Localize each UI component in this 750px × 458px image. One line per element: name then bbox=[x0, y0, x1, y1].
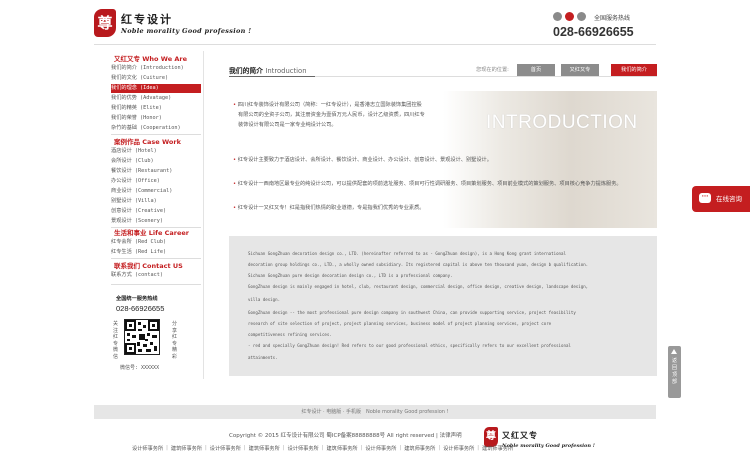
footer-link[interactable]: 设计师事务所 bbox=[288, 445, 319, 452]
english-line: research of site selection of project, p… bbox=[248, 321, 552, 326]
sidebar-item-creative[interactable]: 创意设计 (Creative) bbox=[111, 207, 201, 216]
sidebar-section-title[interactable]: 联系我们 Contact US bbox=[114, 260, 183, 270]
english-line: GongZhuan design is mainly engaged in ho… bbox=[248, 284, 589, 289]
sidebar-item-red-life[interactable]: 红专生活 (Red Life) bbox=[111, 248, 201, 257]
online-consult-button[interactable]: ··· 在线咨询 bbox=[692, 186, 750, 212]
sidebar-item-idea[interactable]: 我们的理念 (Idea) bbox=[111, 84, 201, 93]
sidebar-item-red-club[interactable]: 红专会所 (Red Club) bbox=[111, 238, 201, 247]
english-intro-box bbox=[229, 236, 657, 376]
wechat-icon[interactable] bbox=[553, 12, 562, 21]
english-line: GongZhuan design -- the most professiona… bbox=[248, 310, 576, 315]
sidebar-item-office[interactable]: 办公设计 (Office) bbox=[111, 177, 201, 186]
breadcrumb-who-we-are[interactable]: 又红又专 bbox=[561, 64, 599, 76]
sidebar-item-club[interactable]: 会所设计 (Club) bbox=[111, 157, 201, 166]
sidebar-item-advantage[interactable]: 我们的优势 (Advatage) bbox=[111, 94, 201, 103]
footer-logo-seal-icon: 尊 bbox=[484, 427, 498, 447]
sidebar-item-hotel[interactable]: 酒店设计 (Hotel) bbox=[111, 147, 201, 156]
footer-link[interactable]: 设计师事务所 bbox=[132, 445, 163, 452]
english-line: - red and specially GongZhuan design! Re… bbox=[248, 343, 571, 348]
qq-icon[interactable] bbox=[577, 12, 586, 21]
sidebar-item-restaurant[interactable]: 餐饮设计 (Restaurant) bbox=[111, 167, 201, 176]
intro-paragraph: • 红专设计一西南地区最专业的纯设计公司，可以提供配套的项前选址服务、项目可行性… bbox=[233, 181, 622, 187]
english-line: Sichuan GongZhuan decoration design co.,… bbox=[248, 251, 566, 256]
hotline-label: 全国服务热线 bbox=[594, 15, 631, 22]
footer-links: 设计师事务所 | 建筑师事务所 | 设计师事务所 | 建筑师事务所 | 设计师事务所 | … bbox=[132, 445, 514, 452]
footer-logo-text: 又红又专 bbox=[502, 430, 538, 440]
sidebar-item-honor[interactable]: 我们的荣誉 (Honor) bbox=[111, 114, 201, 123]
location-label: 您现在的位置: bbox=[476, 67, 509, 73]
page-title: 我们的简介 Introduction bbox=[229, 67, 307, 75]
wechat-id: 微信号: XXXXXX bbox=[120, 365, 160, 371]
logo-slogan: Noble morality Good profession ! bbox=[121, 27, 252, 35]
sidebar-divider bbox=[111, 134, 201, 135]
social-links bbox=[553, 12, 586, 21]
back-to-top-label: 返回顶部 bbox=[671, 358, 677, 385]
sidebar-item-cooperation[interactable]: 杂竹的基础 (Cooperation) bbox=[111, 124, 201, 133]
back-to-top-button[interactable]: 返回顶部 bbox=[668, 346, 681, 398]
sidebar-section-title[interactable]: 生活和事业 Life Career bbox=[114, 227, 189, 237]
breadcrumb-home[interactable]: 首页 bbox=[517, 64, 555, 76]
footer-link[interactable]: 建筑师事务所 bbox=[404, 445, 435, 452]
qr-caption-left: 关注红专微信 bbox=[113, 321, 119, 360]
footer-logo-slogan: Noble morality Good profession ! bbox=[502, 443, 595, 449]
sidebar-item-contact[interactable]: 联系方式 (contact) bbox=[111, 271, 201, 280]
header-divider bbox=[94, 44, 656, 45]
sidebar-item-villa[interactable]: 别墅设计 (Villa) bbox=[111, 197, 201, 206]
english-line: Sichuan GongZhuan pure design decoration… bbox=[248, 273, 453, 278]
sidebar-item-introduction[interactable]: 我们的简介 (Introduction) bbox=[111, 64, 201, 73]
sidebar-item-elite[interactable]: 我们的精英 (Elite) bbox=[111, 104, 201, 113]
footer-nav-bar[interactable]: 红专设计 · 电脑版 · 手机版 Noble morality Good pro… bbox=[94, 405, 656, 419]
intro-paragraph: • 红专设计主要致力于酒店设计、会所设计、餐饮设计、商业设计、办公设计、创意设计… bbox=[233, 157, 492, 163]
arrow-up-icon bbox=[671, 349, 677, 354]
english-line: villa design. bbox=[248, 297, 281, 302]
english-line: attainments. bbox=[248, 355, 278, 360]
weibo-icon[interactable] bbox=[565, 12, 574, 21]
english-line: competitiveness refining services. bbox=[248, 332, 332, 337]
sidebar-section-title[interactable]: 案例作品 Case Work bbox=[114, 136, 181, 146]
sidebar-divider bbox=[111, 284, 201, 285]
chat-bubble-icon: ··· bbox=[699, 193, 711, 203]
title-underline bbox=[229, 76, 315, 77]
sidebar-divider bbox=[111, 258, 201, 259]
online-consult-label: 在线咨询 bbox=[716, 195, 742, 203]
phone-label: 全国统一服务热线 bbox=[116, 296, 158, 302]
footer-link[interactable]: 建筑师事务所 bbox=[326, 445, 357, 452]
hotline-number: 028-66926655 bbox=[553, 25, 634, 39]
footer-link[interactable]: 设计师事务所 bbox=[365, 445, 396, 452]
site-header: 尊 红专设计 Noble morality Good profession ! … bbox=[0, 0, 750, 52]
sidebar-item-commercial[interactable]: 商业设计 (Commercial) bbox=[111, 187, 201, 196]
logo-text-cn[interactable]: 红专设计 bbox=[121, 11, 173, 27]
sidebar-phone: 028-66926655 bbox=[116, 304, 165, 313]
footer-link[interactable]: 建筑师事务所 bbox=[171, 445, 202, 452]
footer-link[interactable]: 建筑师事务所 bbox=[482, 445, 513, 452]
copyright-text: Copyright © 2015 红专设计有限公司 蜀ICP备案88888888… bbox=[229, 433, 462, 439]
intro-banner-title: INTRODUCTION bbox=[486, 112, 638, 133]
intro-paragraph: • 红专设计一又红又专！红是指我们热情的职业道德，专是指我们优秀的专业素质。 bbox=[233, 205, 425, 211]
sidebar-item-scenery[interactable]: 景观设计 (Scenery) bbox=[111, 217, 201, 226]
english-line: decoration group holdings co., LTD., a w… bbox=[248, 262, 589, 267]
qr-caption-right: 分享红专精彩 bbox=[172, 321, 178, 360]
sidebar-item-culture[interactable]: 我们的文化 (Cuiture) bbox=[111, 74, 201, 83]
qr-code-icon bbox=[124, 319, 160, 355]
intro-paragraph: • 四川红专装饰设计有限公司（简称：一红专设计），是香港志立国际装饰集团控股 有… bbox=[233, 102, 425, 128]
footer-link[interactable]: 设计师事务所 bbox=[210, 445, 241, 452]
sidebar-section-title[interactable]: 又红又专 Who We Are bbox=[114, 53, 187, 63]
footer-link[interactable]: 建筑师事务所 bbox=[249, 445, 280, 452]
sidebar-nav: 又红又专 Who We Are 我们的简介 (Introduction) 我们的… bbox=[94, 51, 204, 379]
breadcrumb-current[interactable]: 我们的简介 bbox=[611, 64, 657, 76]
footer-link[interactable]: 设计师事务所 bbox=[443, 445, 474, 452]
logo-seal-icon[interactable]: 尊 bbox=[94, 9, 116, 37]
